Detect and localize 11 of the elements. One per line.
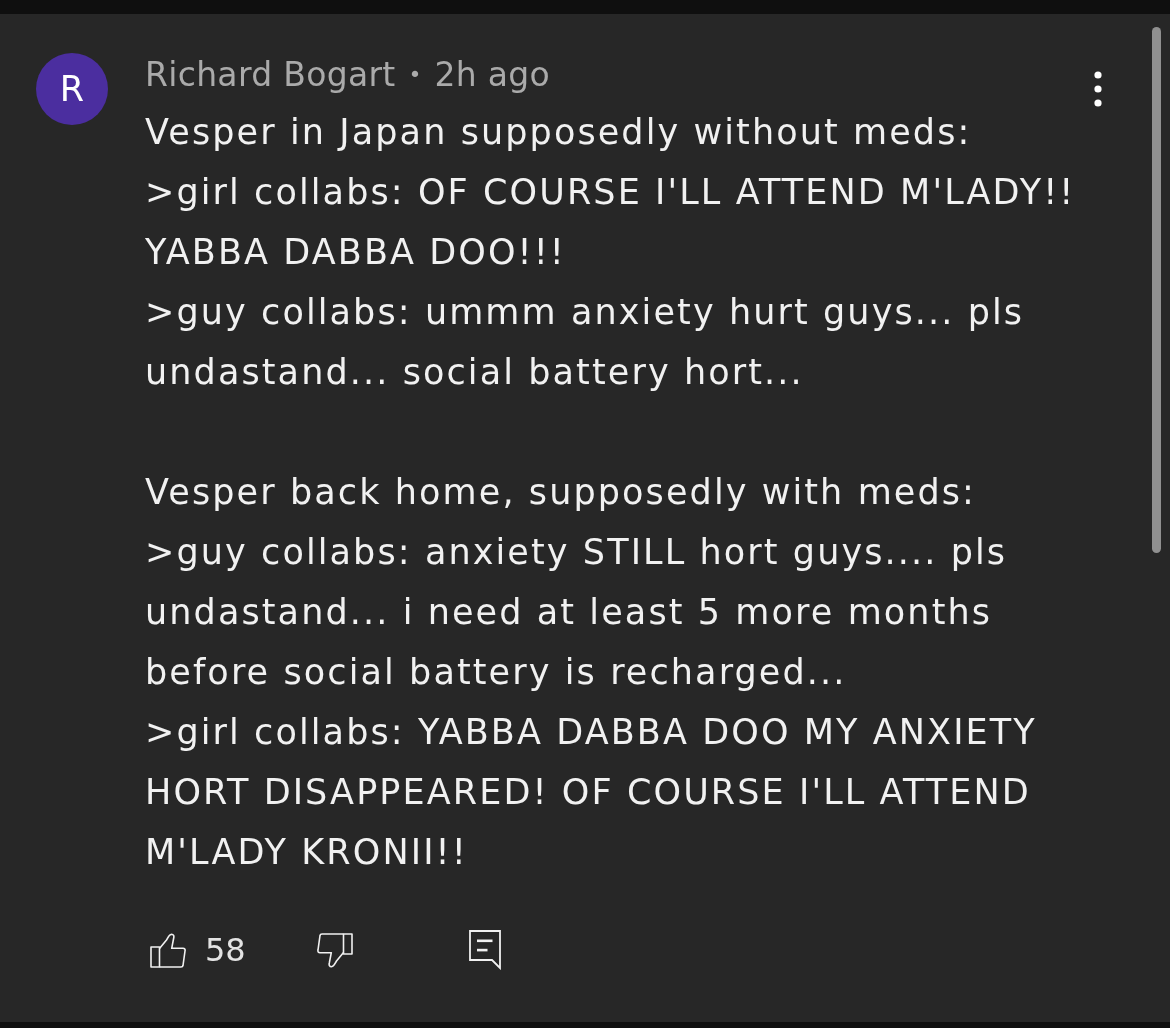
author-name[interactable]: Richard Bogart xyxy=(145,54,396,94)
scrollbar-thumb[interactable] xyxy=(1152,27,1161,553)
comment-time: 2h ago xyxy=(434,54,551,94)
comment-text: Vesper in Japan supposedly without meds: >girl collabs: OF COURSE I'LL ATTEND M'LADY!! YABBA DABBA DOO!!! >guy collabs: ummm anxiety hurt guys... pls undastand... social battery hort... Vesper back home, supposedly with meds: >guy collabs: anxiety STILL hort guys.... pls undastand... i need at least 5 more months before social battery is recharged... >girl collabs: YABBA DABBA DOO MY ANXIETY HORT DISAPPEARED! OF COURSE I'LL ATTEND M'LADY KRONII!! xyxy=(145,111,1076,874)
thumbs-up-icon xyxy=(150,932,186,968)
more-icon xyxy=(1094,71,1102,107)
thumbs-down-icon xyxy=(316,932,353,968)
like-count: 58 xyxy=(205,931,246,969)
separator-dot: • xyxy=(408,61,422,87)
avatar[interactable]: R xyxy=(36,53,108,125)
comment-icon xyxy=(468,930,501,970)
